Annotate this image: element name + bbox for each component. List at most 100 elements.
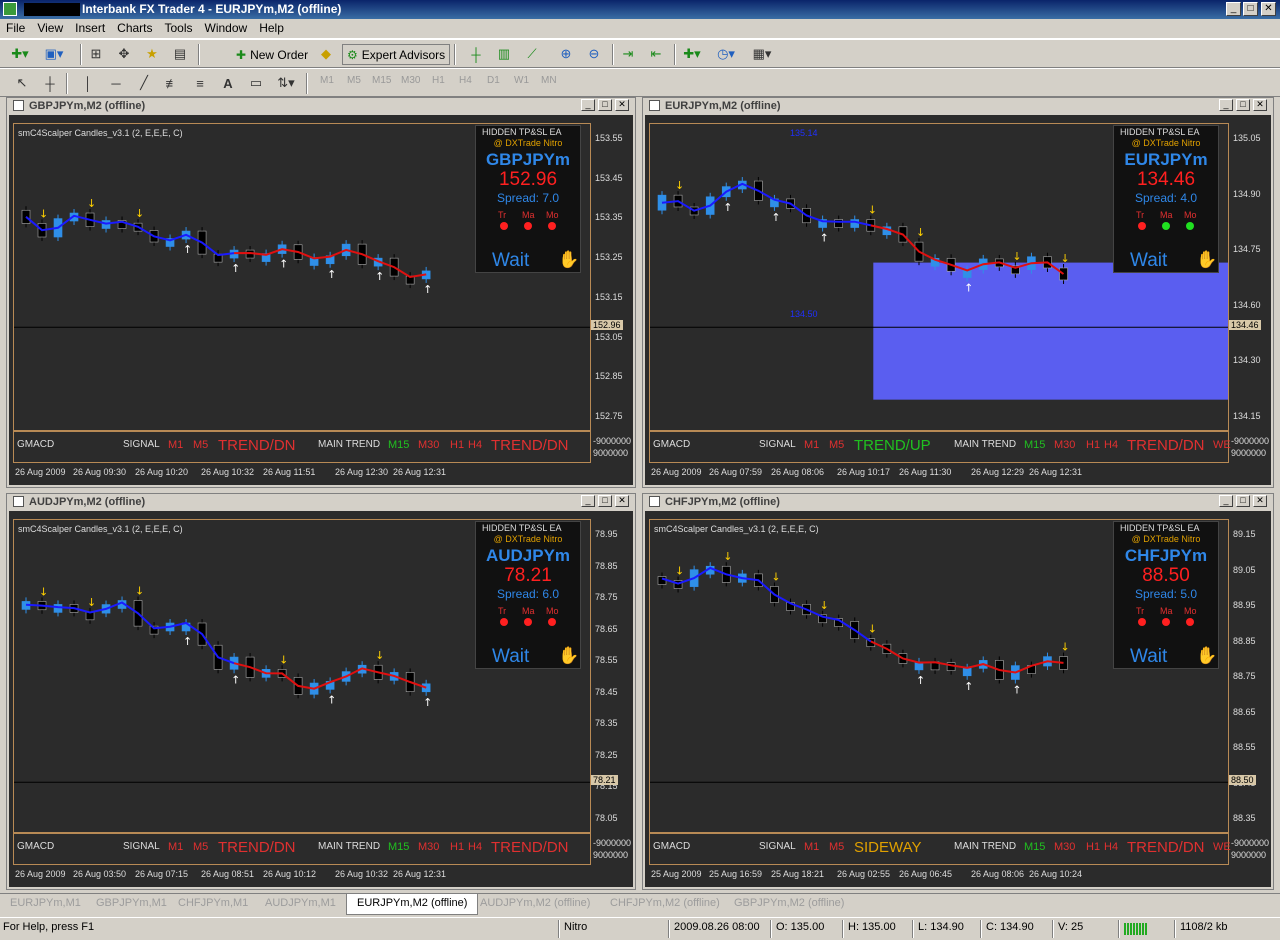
navigator-icon[interactable]: ✥ — [114, 44, 134, 64]
main-trend: TREND/DN — [491, 839, 569, 856]
tf-label-1: Ma — [522, 606, 535, 616]
symbol-name: AUDJPYm — [485, 546, 571, 565]
candlestick-icon[interactable]: ▥ — [494, 44, 514, 64]
chart-tab[interactable]: AUDJPYm,M2 (offline) — [480, 897, 590, 909]
bar-chart-icon[interactable]: ┼ — [466, 44, 486, 64]
new-order-button[interactable]: ✚ New Order — [232, 44, 312, 65]
chart-tab[interactable]: GBPJPYm,M2 (offline) — [734, 897, 844, 909]
fibonacci-icon[interactable]: ≡ — [190, 73, 210, 93]
chart-canvas[interactable]: smC4Scalper Candles_v3.1 (2, E,E,E, C) ↓ ↓… — [645, 511, 1271, 887]
chart-canvas[interactable]: ↓ ↑ ↑ ↑ ↓ ↓ ↑ ↓ ↓ 135.14 134.50 HIDDEN TP&SL EA @ DX… — [645, 115, 1271, 485]
vertical-line-icon[interactable]: │ — [78, 73, 98, 93]
trendline-icon[interactable]: ╱ — [134, 73, 154, 93]
time-axis-label: 26 Aug 12:30 — [335, 467, 389, 477]
chart-maximize-icon[interactable]: □ — [1236, 99, 1250, 111]
text-label-icon[interactable]: ▭ — [246, 73, 266, 93]
line-chart-icon[interactable]: ⟋ — [522, 44, 542, 64]
chart-window-caption[interactable]: AUDJPYm,M2 (offline) _ □ ✕ — [7, 494, 635, 510]
periods-icon[interactable]: ◷▾ — [716, 44, 736, 64]
signal-dot-icon — [1186, 222, 1194, 230]
chart-tab[interactable]: EURJPYm,M2 (offline) — [346, 894, 479, 915]
chart-window-eurjpym[interactable]: EURJPYm,M2 (offline) _ □ ✕ ↓ ↑ ↑ ↑ ↓ ↓ ↑ ↓ ↓ 135.14 13… — [642, 97, 1274, 488]
minimize-button[interactable]: _ — [1226, 2, 1241, 16]
terminal-icon[interactable]: ▤ — [170, 44, 190, 64]
chart-window-caption[interactable]: EURJPYm,M2 (offline) _ □ ✕ — [643, 98, 1273, 114]
period-m30[interactable]: M30 — [401, 75, 420, 86]
candle — [962, 663, 972, 680]
chart-canvas[interactable]: smC4Scalper Candles_v3.1 (2, E,E,E, C) ↓ ↓… — [9, 115, 633, 485]
period-h1[interactable]: H1 — [432, 75, 445, 86]
period-m1[interactable]: M1 — [320, 75, 334, 86]
market-watch-icon[interactable]: ⊞ — [86, 44, 106, 64]
templates-icon[interactable]: ▦▾ — [752, 44, 772, 64]
metaeditor-icon[interactable]: ◆ — [316, 44, 336, 64]
menu-insert[interactable]: Insert — [69, 19, 111, 35]
menu-file[interactable]: File — [0, 19, 31, 35]
chart-tab[interactable]: CHFJPYm,M2 (offline) — [610, 897, 720, 909]
new-chart-icon[interactable]: ✚▾ — [10, 44, 30, 64]
app-icon — [3, 2, 17, 16]
cursor-icon[interactable]: ↖ — [12, 73, 32, 93]
arrows-icon[interactable]: ⇅▾ — [276, 73, 296, 93]
chart-tab[interactable]: EURJPYm,M1 — [10, 897, 81, 909]
chart-window-caption[interactable]: GBPJPYm,M2 (offline) _ □ ✕ — [7, 98, 635, 114]
chart-canvas[interactable]: smC4Scalper Candles_v3.1 (2, E,E,E, C) ↓ ↓… — [9, 511, 633, 887]
zoom-out-icon[interactable]: ⊖ — [584, 44, 604, 64]
autoscroll-icon[interactable]: ⇥ — [618, 44, 638, 64]
menu-help[interactable]: Help — [253, 19, 290, 35]
period-w1[interactable]: W1 — [514, 75, 529, 86]
text-icon[interactable]: A — [218, 73, 238, 93]
price-axis-label: 88.75 — [1233, 671, 1256, 681]
current-price-box: 134.46 — [1229, 320, 1261, 331]
chart-maximize-icon[interactable]: □ — [1236, 495, 1250, 507]
expert-advisors-button[interactable]: ⚙ Expert Advisors — [342, 44, 451, 65]
chart-close-icon[interactable]: ✕ — [1253, 99, 1267, 111]
chart-close-icon[interactable]: ✕ — [615, 495, 629, 507]
chart-window-gbpjpym[interactable]: GBPJPYm,M2 (offline) _ □ ✕ smC4Scalper Candl… — [6, 97, 636, 488]
profiles-icon[interactable]: ▣▾ — [44, 44, 64, 64]
menu-charts[interactable]: Charts — [111, 19, 158, 35]
indicators-icon[interactable]: ✚▾ — [682, 44, 702, 64]
period-d1[interactable]: D1 — [487, 75, 500, 86]
menu-tools[interactable]: Tools — [159, 19, 199, 35]
sell-arrow-icon: ↓ — [868, 623, 877, 636]
menu-window[interactable]: Window — [199, 19, 254, 35]
period-m5[interactable]: M5 — [347, 75, 361, 86]
chart-tab[interactable]: GBPJPYm,M1 — [96, 897, 167, 909]
chart-close-icon[interactable]: ✕ — [1253, 495, 1267, 507]
signal-dot-icon — [1138, 618, 1146, 626]
chart-window-caption[interactable]: CHFJPYm,M2 (offline) _ □ ✕ — [643, 494, 1273, 510]
crosshair-icon[interactable]: ┼ — [40, 73, 60, 93]
equidistant-channel-icon[interactable]: ≢ — [162, 73, 182, 93]
chart-tab[interactable]: CHFJPYm,M1 — [178, 897, 248, 909]
chart-minimize-icon[interactable]: _ — [581, 495, 595, 507]
period-h4[interactable]: H4 — [459, 75, 472, 86]
data-window-icon[interactable]: ★ — [142, 44, 162, 64]
chart-close-icon[interactable]: ✕ — [615, 99, 629, 111]
price-axis-label: 88.35 — [1233, 813, 1256, 823]
price-axis-label: 134.60 — [1233, 299, 1261, 310]
menu-view[interactable]: View — [31, 19, 69, 35]
sell-arrow-icon: ↓ — [675, 564, 684, 577]
time-axis-label: 26 Aug 2009 — [15, 869, 66, 879]
maximize-button[interactable]: □ — [1243, 2, 1258, 16]
period-m15[interactable]: M15 — [372, 75, 391, 86]
time-axis-label: 26 Aug 12:31 — [393, 869, 447, 879]
chart-minimize-icon[interactable]: _ — [1219, 99, 1233, 111]
period-mn[interactable]: MN — [541, 75, 557, 86]
chart-maximize-icon[interactable]: □ — [598, 495, 612, 507]
chart-maximize-icon[interactable]: □ — [598, 99, 612, 111]
current-price-box: 152.96 — [591, 320, 623, 331]
horizontal-line-icon[interactable]: ─ — [106, 73, 126, 93]
dxtrade-label: @ DXTrade Nitro — [1131, 534, 1201, 544]
candle — [117, 216, 127, 233]
close-button[interactable]: ✕ — [1261, 2, 1276, 16]
chart-window-audjpym[interactable]: AUDJPYm,M2 (offline) _ □ ✕ smC4Scalper Candl… — [6, 493, 636, 890]
chart-minimize-icon[interactable]: _ — [581, 99, 595, 111]
chart-window-chfjpym[interactable]: CHFJPYm,M2 (offline) _ □ ✕ smC4Scalper Candl… — [642, 493, 1274, 890]
status-high: H: 135.00 — [848, 921, 896, 933]
chart-tab[interactable]: AUDJPYm,M1 — [265, 897, 336, 909]
chart-minimize-icon[interactable]: _ — [1219, 495, 1233, 507]
chart-shift-icon[interactable]: ⇤ — [646, 44, 666, 64]
zoom-in-icon[interactable]: ⊕ — [556, 44, 576, 64]
